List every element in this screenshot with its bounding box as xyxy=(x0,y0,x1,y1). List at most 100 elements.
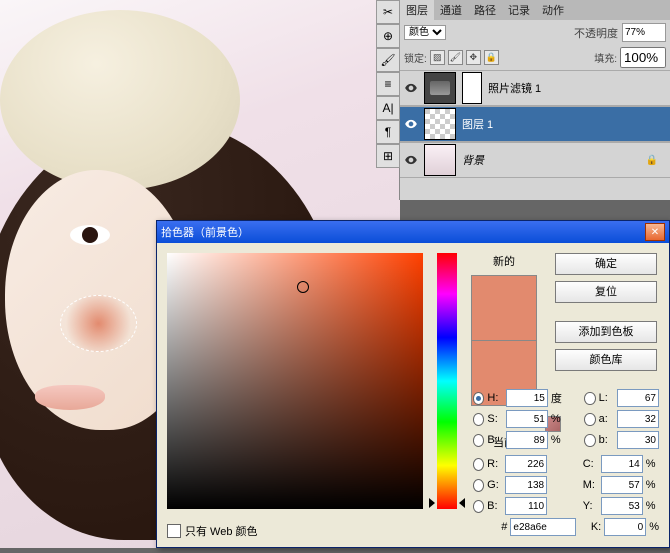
layer-name[interactable]: 图层 1 xyxy=(462,116,493,132)
align-icon[interactable]: ≡ xyxy=(376,72,400,96)
g-radio[interactable] xyxy=(473,479,484,492)
layers-panel: ✂ ⊕ 🖌 ≡ A| ¶ ⊞ 图层 通道 路径 记录 动作 颜色 不透明度 锁定… xyxy=(399,0,670,200)
r-input[interactable] xyxy=(505,455,547,473)
color-marker[interactable] xyxy=(297,281,309,293)
new-color-label: 新的 xyxy=(493,253,515,269)
tab-history[interactable]: 记录 xyxy=(502,0,536,20)
a-input[interactable] xyxy=(617,410,659,428)
web-only-label: 只有 Web 颜色 xyxy=(185,523,258,539)
tab-actions[interactable]: 动作 xyxy=(536,0,570,20)
s-input[interactable] xyxy=(506,410,548,428)
l-input[interactable] xyxy=(617,389,659,407)
hue-slider[interactable] xyxy=(437,253,457,509)
tool-icon[interactable]: ⊞ xyxy=(376,144,400,168)
hex-label: # xyxy=(501,521,507,533)
lock-position-icon[interactable]: ✥ xyxy=(466,50,481,65)
lock-label: 锁定: xyxy=(404,50,427,65)
layer-row[interactable]: 图层 1 xyxy=(400,106,670,142)
opacity-label: 不透明度 xyxy=(574,25,618,41)
new-color-swatch xyxy=(471,275,537,341)
unit: 度 xyxy=(551,390,565,406)
h-radio[interactable] xyxy=(473,392,484,405)
saturation-brightness-field[interactable] xyxy=(167,253,423,509)
titlebar[interactable]: 拾色器（前景色） ✕ xyxy=(157,221,669,243)
a-radio[interactable] xyxy=(584,413,595,426)
tool-icon[interactable]: ✂ xyxy=(376,0,400,24)
lab-b-radio[interactable] xyxy=(584,434,595,447)
g-input[interactable] xyxy=(505,476,547,494)
layer-name[interactable]: 照片滤镜 1 xyxy=(488,80,541,96)
unit: % xyxy=(649,521,659,533)
color-libs-button[interactable]: 颜色库 xyxy=(555,349,657,371)
unit: % xyxy=(646,500,659,512)
layer-row[interactable]: 背景 🔒 xyxy=(400,142,670,178)
mask-thumbnail[interactable] xyxy=(462,72,482,104)
visibility-icon[interactable] xyxy=(404,117,418,131)
fill-input[interactable] xyxy=(620,47,666,68)
hue-pointer[interactable] xyxy=(459,498,465,508)
lab-b-input[interactable] xyxy=(617,431,659,449)
rgb-b-input[interactable] xyxy=(505,497,547,515)
hue-pointer[interactable] xyxy=(429,498,435,508)
visibility-icon[interactable] xyxy=(404,81,418,95)
selection-marquee xyxy=(60,295,137,352)
c-input[interactable] xyxy=(601,455,643,473)
g-label: G: xyxy=(487,479,502,491)
b-input[interactable] xyxy=(506,431,548,449)
m-label: M: xyxy=(583,479,598,491)
unit: % xyxy=(646,479,659,491)
photo-region xyxy=(70,225,110,245)
cancel-button[interactable]: 复位 xyxy=(555,281,657,303)
ok-button[interactable]: 确定 xyxy=(555,253,657,275)
rgb-b-radio[interactable] xyxy=(473,500,484,513)
m-input[interactable] xyxy=(601,476,643,494)
tool-icon[interactable]: A| xyxy=(376,96,400,120)
photo-region xyxy=(35,385,105,410)
tool-icon[interactable]: ⊕ xyxy=(376,24,400,48)
tab-paths[interactable]: 路径 xyxy=(468,0,502,20)
l-radio[interactable] xyxy=(584,392,595,405)
layer-thumbnail[interactable] xyxy=(424,108,456,140)
layer-thumbnail[interactable] xyxy=(424,72,456,104)
lock-pixels-icon[interactable]: 🖌 xyxy=(448,50,463,65)
close-icon[interactable]: ✕ xyxy=(645,223,665,241)
hex-input[interactable] xyxy=(510,518,576,536)
photo-region xyxy=(0,10,240,190)
l-label: L: xyxy=(599,392,614,404)
k-label: K: xyxy=(591,521,601,533)
r-radio[interactable] xyxy=(473,458,484,471)
visibility-icon[interactable] xyxy=(404,153,418,167)
h-label: H: xyxy=(487,392,502,404)
paragraph-icon[interactable]: ¶ xyxy=(376,120,400,144)
panel-tabs: 图层 通道 路径 记录 动作 xyxy=(400,0,670,20)
lock-all-icon[interactable]: 🔒 xyxy=(484,50,499,65)
b-label: B: xyxy=(487,434,502,446)
rgb-b-label: B: xyxy=(487,500,502,512)
opacity-input[interactable] xyxy=(622,23,666,42)
tool-icon[interactable]: 🖌 xyxy=(376,48,400,72)
s-radio[interactable] xyxy=(473,413,484,426)
k-input[interactable] xyxy=(604,518,646,536)
tool-column: ✂ ⊕ 🖌 ≡ A| ¶ ⊞ xyxy=(376,0,400,168)
dialog-title: 拾色器（前景色） xyxy=(161,224,249,240)
r-label: R: xyxy=(487,458,502,470)
unit: % xyxy=(551,413,565,425)
h-input[interactable] xyxy=(506,389,548,407)
layer-row[interactable]: 照片滤镜 1 xyxy=(400,70,670,106)
y-input[interactable] xyxy=(601,497,643,515)
layer-name[interactable]: 背景 xyxy=(462,152,484,168)
lab-b-label: b: xyxy=(599,434,614,446)
s-label: S: xyxy=(487,413,502,425)
lock-icon: 🔒 xyxy=(646,155,658,166)
tab-channels[interactable]: 通道 xyxy=(434,0,468,20)
fill-label: 填充: xyxy=(594,50,617,65)
web-only-checkbox[interactable] xyxy=(167,524,181,538)
y-label: Y: xyxy=(583,500,598,512)
b-radio[interactable] xyxy=(473,434,484,447)
unit: % xyxy=(551,434,565,446)
lock-transparent-icon[interactable]: ▨ xyxy=(430,50,445,65)
blend-mode-select[interactable]: 颜色 xyxy=(404,25,446,40)
layer-thumbnail[interactable] xyxy=(424,144,456,176)
add-swatch-button[interactable]: 添加到色板 xyxy=(555,321,657,343)
tab-layers[interactable]: 图层 xyxy=(400,0,434,20)
